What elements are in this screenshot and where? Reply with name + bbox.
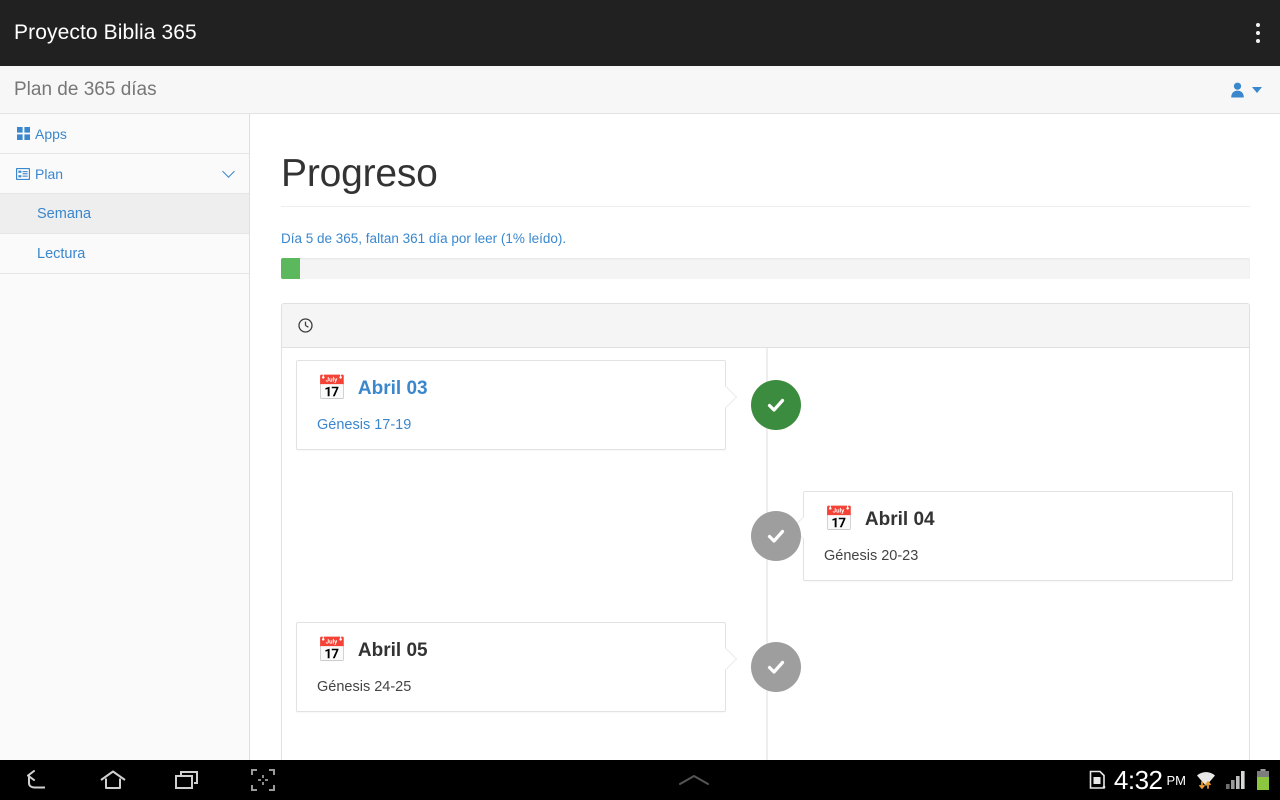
timeline-panel: 📅 Abril 03 Génesis 17-19 📅 Abril 04 Géne… [281,303,1250,760]
clock-meridiem: PM [1166,772,1187,788]
chevron-up-icon [679,775,710,785]
check-icon [767,529,785,543]
clock-icon [298,318,313,333]
sidebar-item-label: Apps [35,125,67,142]
sidebar-item-lectura[interactable]: Lectura [0,234,249,274]
card-date: Abril 05 [357,640,428,661]
page-title: Progreso [281,114,1250,207]
kebab-dot [1256,39,1260,43]
user-menu-button[interactable] [1230,82,1280,98]
sidebar-item-label: Plan [35,165,64,182]
timeline-status-badge-pending[interactable] [751,642,801,692]
back-button[interactable] [0,760,75,800]
chevron-down-icon [222,165,235,178]
timeline-status-badge-pending[interactable] [751,511,801,561]
sub-header: Plan de 365 días [0,66,1280,114]
kebab-dot [1256,31,1260,35]
android-navigation-bar: 4:32 PM [0,760,1280,800]
timeline-row: 📅 Abril 04 Génesis 20-23 [282,491,1249,622]
recents-icon [174,771,198,789]
sidebar-item-label: Semana [37,205,92,222]
timeline-card[interactable]: 📅 Abril 04 Génesis 20-23 [792,491,1233,581]
overflow-menu-icon[interactable] [1236,0,1280,66]
timeline-row: 📅 Abril 03 Génesis 17-19 [282,360,1249,491]
card-date: Abril 04 [864,509,935,530]
screenshot-icon [250,769,275,791]
card-header: 📅 Abril 05 [317,639,705,663]
navbar-handle[interactable] [300,773,1089,787]
progress-bar-fill [281,258,301,279]
card-reference: Génesis 20-23 [824,548,919,564]
card-arrow-fill [724,647,736,671]
main-content: Progreso Día 5 de 365, faltan 361 día po… [251,114,1280,760]
sidebar: Apps Plan Semana Lectura [0,114,250,760]
sidebar-item-plan[interactable]: Plan [0,154,249,194]
calendar-icon: 📅 [824,506,854,533]
sidebar-item-apps[interactable]: Apps [0,114,249,154]
timeline-row: 📅 Abril 05 Génesis 24-25 [282,622,1249,753]
card-reference: Génesis 24-25 [317,679,412,695]
timeline-body: 📅 Abril 03 Génesis 17-19 📅 Abril 04 Géne… [282,348,1249,760]
sidebar-item-semana[interactable]: Semana [0,194,249,234]
battery-icon [1257,769,1269,790]
check-icon [767,398,785,412]
home-icon [99,770,126,789]
calendar-icon: 📅 [317,375,347,402]
recents-button[interactable] [150,760,225,800]
timeline-card[interactable]: 📅 Abril 03 Génesis 17-19 [296,360,737,450]
sidebar-item-label: Lectura [37,245,86,262]
card-arrow-fill [724,385,736,409]
chevron-down-icon [1252,86,1262,93]
list-alt-icon [15,167,31,180]
home-button[interactable] [75,760,150,800]
card-header: 📅 Abril 03 [317,377,705,401]
timeline-card[interactable]: 📅 Abril 05 Génesis 24-25 [296,622,737,712]
check-icon [767,660,785,674]
kebab-dot [1256,23,1260,27]
sim-card-icon [1089,770,1106,789]
app-title: Proyecto Biblia 365 [14,21,197,44]
calendar-icon: 📅 [317,637,347,664]
screenshot-button[interactable] [225,760,300,800]
wifi-icon [1197,772,1215,789]
body-wrapper: Apps Plan Semana Lectura Progreso Día 5 … [0,114,1280,760]
card-header: 📅 Abril 04 [824,508,1212,532]
card-date: Abril 03 [357,378,428,399]
progress-bar [281,258,1250,279]
plan-title: Plan de 365 días [14,78,157,100]
card-reference: Génesis 17-19 [317,417,412,433]
status-bar: 4:32 PM [1089,765,1280,796]
timeline-panel-heading [282,304,1249,348]
app-bar: Proyecto Biblia 365 [0,0,1280,66]
progress-status-text: Día 5 de 365, faltan 361 día por leer (1… [281,231,567,246]
user-icon [1231,82,1244,97]
grid-icon [15,127,31,140]
clock-time: 4:32 [1113,764,1163,795]
back-icon [26,770,45,789]
signal-icon [1226,771,1245,789]
timeline-status-badge-done[interactable] [751,380,801,430]
